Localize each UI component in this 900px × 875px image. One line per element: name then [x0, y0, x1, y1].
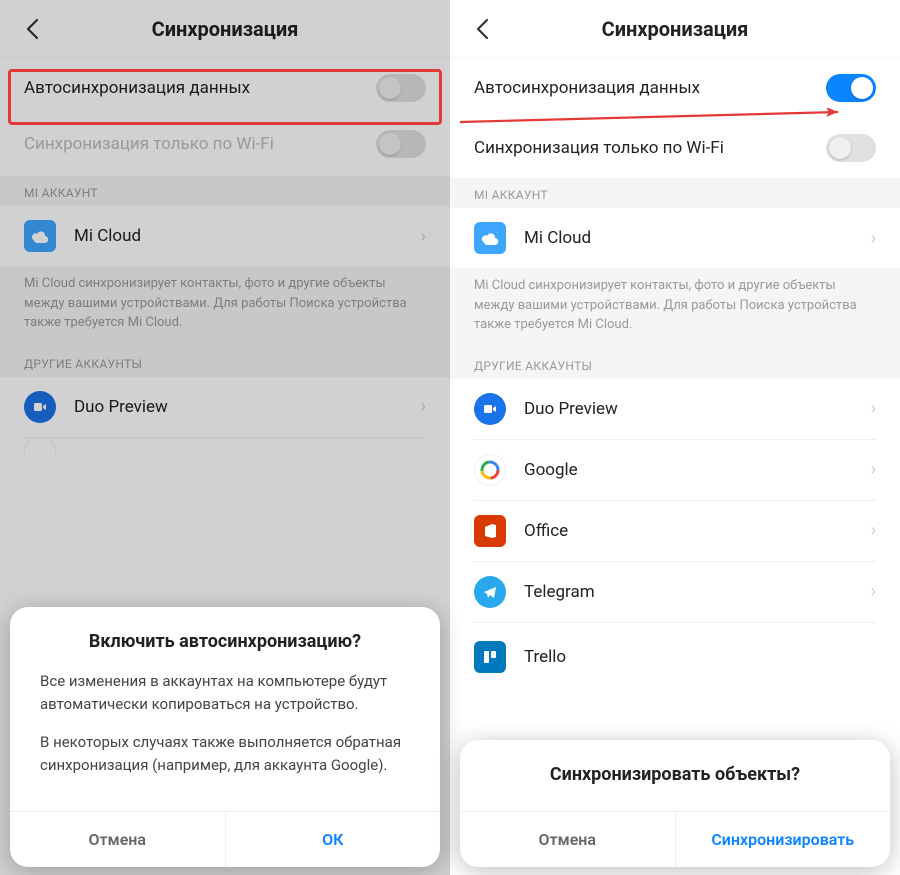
cancel-button[interactable]: Отмена: [460, 812, 676, 867]
wifi-only-row[interactable]: Синхронизация только по Wi-Fi: [450, 118, 900, 178]
mi-cloud-label: Mi Cloud: [74, 226, 421, 246]
cloud-icon: [474, 222, 506, 254]
duo-row[interactable]: Duo Preview ›: [0, 377, 450, 437]
mi-cloud-row[interactable]: Mi Cloud ›: [0, 206, 450, 266]
autosync-label: Автосинхронизация данных: [24, 78, 376, 98]
page-title: Синхронизация: [0, 17, 450, 41]
screen-left: Синхронизация Автосинхронизация данных С…: [0, 0, 450, 875]
mi-cloud-description: Mi Cloud синхронизирует контакты, фото и…: [450, 268, 900, 349]
wifi-only-row: Синхронизация только по Wi-Fi: [0, 118, 450, 176]
wifi-only-toggle[interactable]: [826, 134, 876, 162]
dialog-p1: Все изменения в аккаунтах на компьютере …: [40, 670, 410, 717]
autosync-toggle[interactable]: [376, 74, 426, 102]
google-row-peek: [0, 438, 450, 454]
duo-label: Duo Preview: [524, 399, 871, 419]
page-title: Синхронизация: [450, 17, 900, 41]
chevron-left-icon: [475, 18, 489, 40]
section-other-accounts: ДРУГИЕ АККАУНТЫ: [0, 347, 450, 377]
section-other-accounts: ДРУГИЕ АККАУНТЫ: [450, 349, 900, 379]
chevron-right-icon: ›: [421, 396, 426, 417]
office-icon: [474, 515, 506, 547]
wifi-only-toggle: [376, 130, 426, 158]
chevron-right-icon: ›: [871, 398, 876, 419]
section-mi-account: MI АККАУНТ: [450, 178, 900, 208]
duo-row[interactable]: Duo Preview ›: [450, 379, 900, 439]
autosync-toggle[interactable]: [826, 74, 876, 102]
duo-label: Duo Preview: [74, 397, 421, 417]
telegram-row[interactable]: Telegram ›: [450, 562, 900, 622]
dialog-title: Синхронизировать объекты?: [460, 764, 890, 811]
chevron-right-icon: ›: [871, 520, 876, 541]
dialog-buttons: Отмена ОК: [10, 811, 440, 867]
wifi-only-label: Синхронизация только по Wi-Fi: [24, 134, 376, 154]
google-label: Google: [524, 460, 871, 480]
telegram-icon: [474, 576, 506, 608]
autosync-dialog: Включить автосинхронизацию? Все изменени…: [10, 607, 440, 867]
dialog-p2: В некоторых случаях также выполняется об…: [40, 731, 410, 778]
chevron-right-icon: ›: [871, 581, 876, 602]
google-icon: [24, 438, 56, 454]
chevron-right-icon: ›: [421, 226, 426, 247]
office-row[interactable]: Office ›: [450, 501, 900, 561]
section-mi-account: MI АККАУНТ: [0, 176, 450, 206]
autosync-row[interactable]: Автосинхронизация данных: [450, 58, 900, 118]
header: Синхронизация: [0, 0, 450, 58]
mi-cloud-description: Mi Cloud синхронизирует контакты, фото и…: [0, 266, 450, 347]
trello-row[interactable]: Trello: [450, 623, 900, 681]
duo-icon: [24, 391, 56, 423]
google-icon: [474, 454, 506, 486]
dialog-title: Включить автосинхронизацию?: [10, 631, 440, 670]
telegram-label: Telegram: [524, 582, 871, 602]
mi-cloud-label: Mi Cloud: [524, 228, 871, 248]
back-button[interactable]: [20, 17, 44, 41]
mi-cloud-row[interactable]: Mi Cloud ›: [450, 208, 900, 268]
duo-icon: [474, 393, 506, 425]
sync-dialog: Синхронизировать объекты? Отмена Синхрон…: [460, 740, 890, 867]
office-label: Office: [524, 521, 871, 541]
cloud-icon: [24, 220, 56, 252]
sync-button[interactable]: Синхронизировать: [676, 812, 891, 867]
autosync-row[interactable]: Автосинхронизация данных: [0, 58, 450, 118]
chevron-left-icon: [25, 18, 39, 40]
google-row[interactable]: Google ›: [450, 440, 900, 500]
autosync-label: Автосинхронизация данных: [474, 78, 826, 98]
wifi-only-label: Синхронизация только по Wi-Fi: [474, 138, 826, 158]
cancel-button[interactable]: Отмена: [10, 812, 226, 867]
back-button[interactable]: [470, 17, 494, 41]
dialog-body: Все изменения в аккаунтах на компьютере …: [10, 670, 440, 811]
trello-icon: [474, 641, 506, 673]
header: Синхронизация: [450, 0, 900, 58]
chevron-right-icon: ›: [871, 228, 876, 249]
trello-label: Trello: [524, 647, 876, 667]
ok-button[interactable]: ОК: [226, 812, 441, 867]
chevron-right-icon: ›: [871, 459, 876, 480]
dialog-buttons: Отмена Синхронизировать: [460, 811, 890, 867]
screen-right: Синхронизация Автосинхронизация данных С…: [450, 0, 900, 875]
